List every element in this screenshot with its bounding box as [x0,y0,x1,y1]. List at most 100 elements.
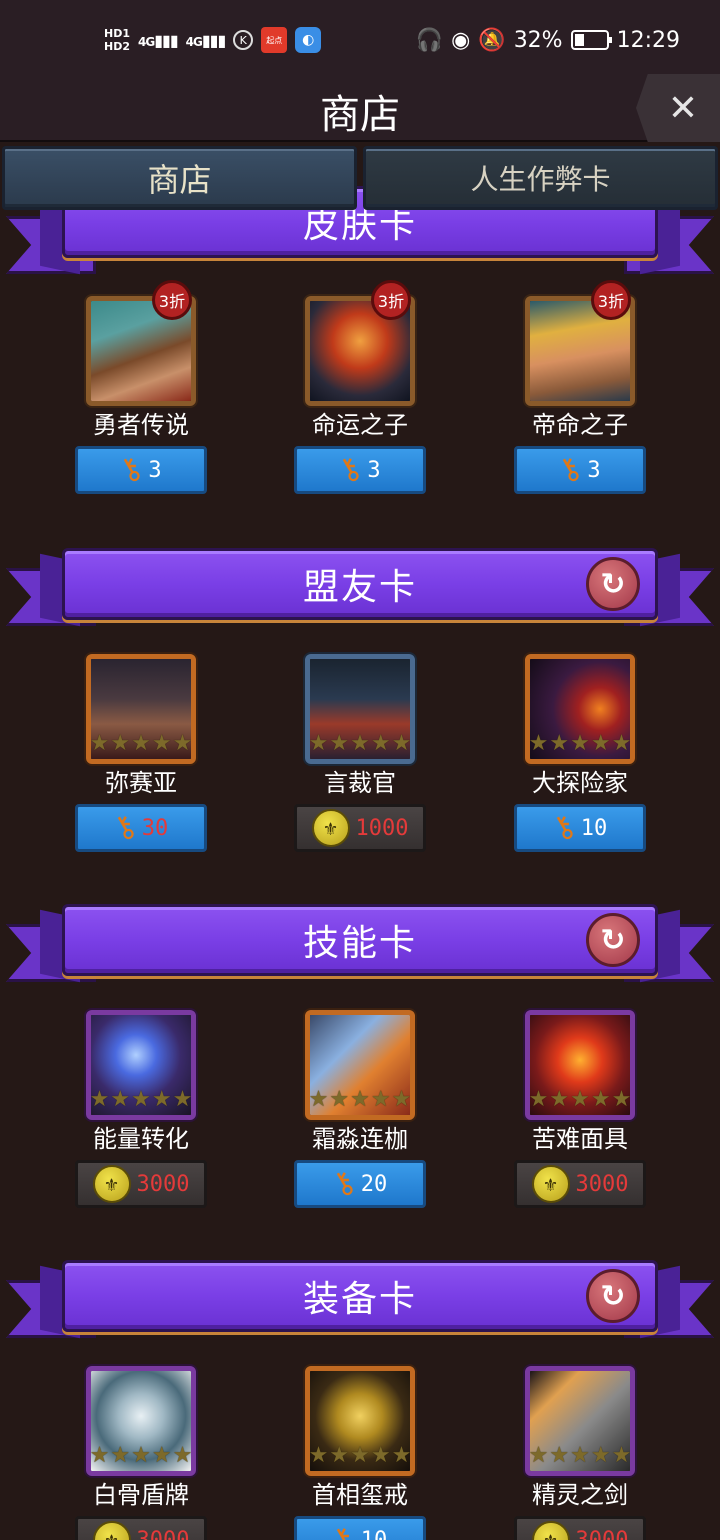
section-header-skin: 皮肤卡 [0,186,720,292]
price-value: 3 [367,457,381,483]
section-header-skill: 技能卡 ↻ [0,904,720,1000]
title-bar: 商店 ✕ [0,74,720,142]
close-icon: ✕ [667,87,699,129]
star-rating: ★ ★ ★ ★ ★ [528,1443,632,1468]
price-value: 10 [360,1527,388,1540]
buy-button[interactable]: ⚷ 3 [75,446,207,494]
discount-badge: 3折 [152,280,192,320]
refresh-button[interactable]: ↻ [586,913,640,967]
star-rating: ★ ★ ★ ★ ★ [89,1443,193,1468]
skin-card-2[interactable]: 3折 命运之子 ⚷ 3 [280,280,440,494]
item-name: 能量转化 [93,1125,189,1153]
price-value: 10 [580,815,608,841]
star-rating: ★ ★ ★ ★ ★ [528,731,632,756]
buy-button[interactable]: ⚜ 3000 [75,1516,207,1540]
coin-icon: ⚜ [92,1165,131,1203]
price-value: 1000 [355,815,409,841]
coin-icon: ⚜ [531,1521,570,1540]
price-value: 20 [360,1171,388,1197]
refresh-icon: ↻ [600,1278,626,1314]
signal-icon-1: 4G▮▮▮ [138,30,179,50]
buy-button[interactable]: ⚜ 3000 [514,1160,646,1208]
discount-badge: 3折 [591,280,631,320]
coin-icon: ⚜ [311,809,350,847]
ally-portrait-2: ★ ★ ★ ★ ★ [305,654,415,764]
hd2-label: HD2 [104,40,130,53]
skill-card-2[interactable]: ★ ★ ★ ★ ★ 霜淼连枷 ⚷ 20 [280,1010,440,1208]
buy-button[interactable]: ⚜ 3000 [514,1516,646,1540]
key-icon: ⚷ [325,1162,362,1205]
battery-icon [570,30,612,50]
buy-button[interactable]: ⚷ 10 [294,1516,426,1540]
equip-card-2[interactable]: ★ ★ ★ ★ ★ 首相玺戒 ⚷ 10 [280,1366,440,1540]
coin-icon: ⚜ [531,1165,570,1203]
item-name: 弥赛亚 [105,769,177,797]
battery-percent: 32% [513,27,563,53]
item-name: 首相玺戒 [312,1481,408,1509]
clock: 12:29 [616,27,680,53]
status-right: 🎧 ◉ 🔕 32% 12:29 [416,28,680,53]
item-name: 大探险家 [532,769,628,797]
item-name: 苦难面具 [532,1125,628,1153]
tab-shop-overlay[interactable]: 商店 [2,146,357,210]
ally-card-1[interactable]: ★ ★ ★ ★ ★ 弥赛亚 ⚷ 30 [61,654,221,852]
skill-icon-2: ★ ★ ★ ★ ★ [305,1010,415,1120]
skill-icon-1: ★ ★ ★ ★ ★ [86,1010,196,1120]
signal-icon-2: 4G▮▮▮ [185,30,227,50]
tab-bar-overlay: 商店 人生作弊卡 [2,146,718,210]
hd1-label: HD1 [104,27,130,40]
status-left: HD1 HD2 4G▮▮▮ 4G▮▮▮ K 起点 ◐ [104,27,322,53]
price-value: 3000 [136,1527,190,1540]
buy-button[interactable]: ⚷ 3 [294,446,426,494]
k-app-icon: K [233,30,254,50]
refresh-icon: ↻ [600,566,626,602]
equip-icon-1: ★ ★ ★ ★ ★ [86,1366,196,1476]
equip-card-3[interactable]: ★ ★ ★ ★ ★ 精灵之剑 ⚜ 3000 [500,1366,660,1540]
equip-card-1[interactable]: ★ ★ ★ ★ ★ 白骨盾牌 ⚜ 3000 [61,1366,221,1540]
close-button[interactable]: ✕ [636,74,720,142]
skill-icon-3: ★ ★ ★ ★ ★ [525,1010,635,1120]
key-icon: ⚷ [545,806,582,849]
star-rating: ★ ★ ★ ★ ★ [89,731,193,756]
skin-card-1[interactable]: 3折 勇者传说 ⚷ 3 [61,280,221,494]
refresh-button[interactable]: ↻ [586,557,640,611]
section-header-ally: 盟友卡 ↻ [0,548,720,644]
ally-portrait-3: ★ ★ ★ ★ ★ [525,654,635,764]
item-name: 霜淼连枷 [312,1125,408,1153]
star-rating: ★ ★ ★ ★ ★ [528,1087,632,1112]
buy-button[interactable]: ⚷ 30 [75,804,207,852]
refresh-button[interactable]: ↻ [586,1269,640,1323]
equip-icon-3: ★ ★ ★ ★ ★ [525,1366,635,1476]
buy-button[interactable]: ⚷ 20 [294,1160,426,1208]
star-rating: ★ ★ ★ ★ ★ [89,1087,193,1112]
ally-portrait-1: ★ ★ ★ ★ ★ [86,654,196,764]
key-icon: ⚷ [106,806,143,849]
key-icon: ⚷ [112,448,150,491]
tab-cheat-cards-overlay[interactable]: 人生作弊卡 [363,146,718,210]
headphones-icon: 🎧 [415,27,444,53]
item-name: 白骨盾牌 [93,1481,189,1509]
star-rating: ★ ★ ★ ★ ★ [308,1087,412,1112]
skin-card-3[interactable]: 3折 帝命之子 ⚷ 3 [500,280,660,494]
hd-indicator: HD1 HD2 [104,27,130,53]
skill-card-1[interactable]: ★ ★ ★ ★ ★ 能量转化 ⚜ 3000 [61,1010,221,1208]
buy-button[interactable]: ⚷ 10 [514,804,646,852]
ally-card-2[interactable]: ★ ★ ★ ★ ★ 言裁官 ⚜ 1000 [280,654,440,852]
item-name: 言裁官 [324,769,396,797]
section-title-equip: 装备卡 [62,1260,658,1332]
buy-button[interactable]: ⚷ 3 [514,446,646,494]
star-rating: ★ ★ ★ ★ ★ [308,1443,412,1468]
coin-icon: ⚜ [92,1521,131,1540]
skill-card-3[interactable]: ★ ★ ★ ★ ★ 苦难面具 ⚜ 3000 [500,1010,660,1208]
price-value: 3000 [575,1527,629,1540]
equip-icon-2: ★ ★ ★ ★ ★ [305,1366,415,1476]
item-name: 勇者传说 [93,411,189,439]
section-title-ally: 盟友卡 [62,548,658,620]
key-icon: ⚷ [551,448,589,491]
price-value: 3 [587,457,601,483]
page-title: 商店 [320,92,400,138]
item-name: 帝命之子 [532,411,628,439]
ally-card-3[interactable]: ★ ★ ★ ★ ★ 大探险家 ⚷ 10 [500,654,660,852]
buy-button[interactable]: ⚜ 1000 [294,804,426,852]
buy-button[interactable]: ⚜ 3000 [75,1160,207,1208]
